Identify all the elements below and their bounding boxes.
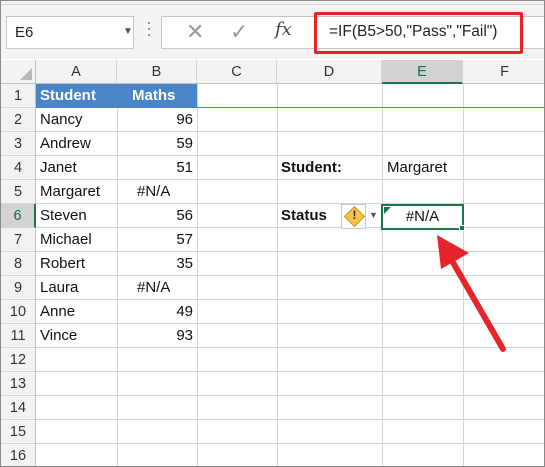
excel-window: E6 ▼ ✕ ✓ fx =IF(B5>50,"Pass","Fail") A B…	[0, 0, 545, 467]
red-arrow-annotation	[437, 235, 506, 352]
arrow-shaft	[448, 256, 506, 352]
